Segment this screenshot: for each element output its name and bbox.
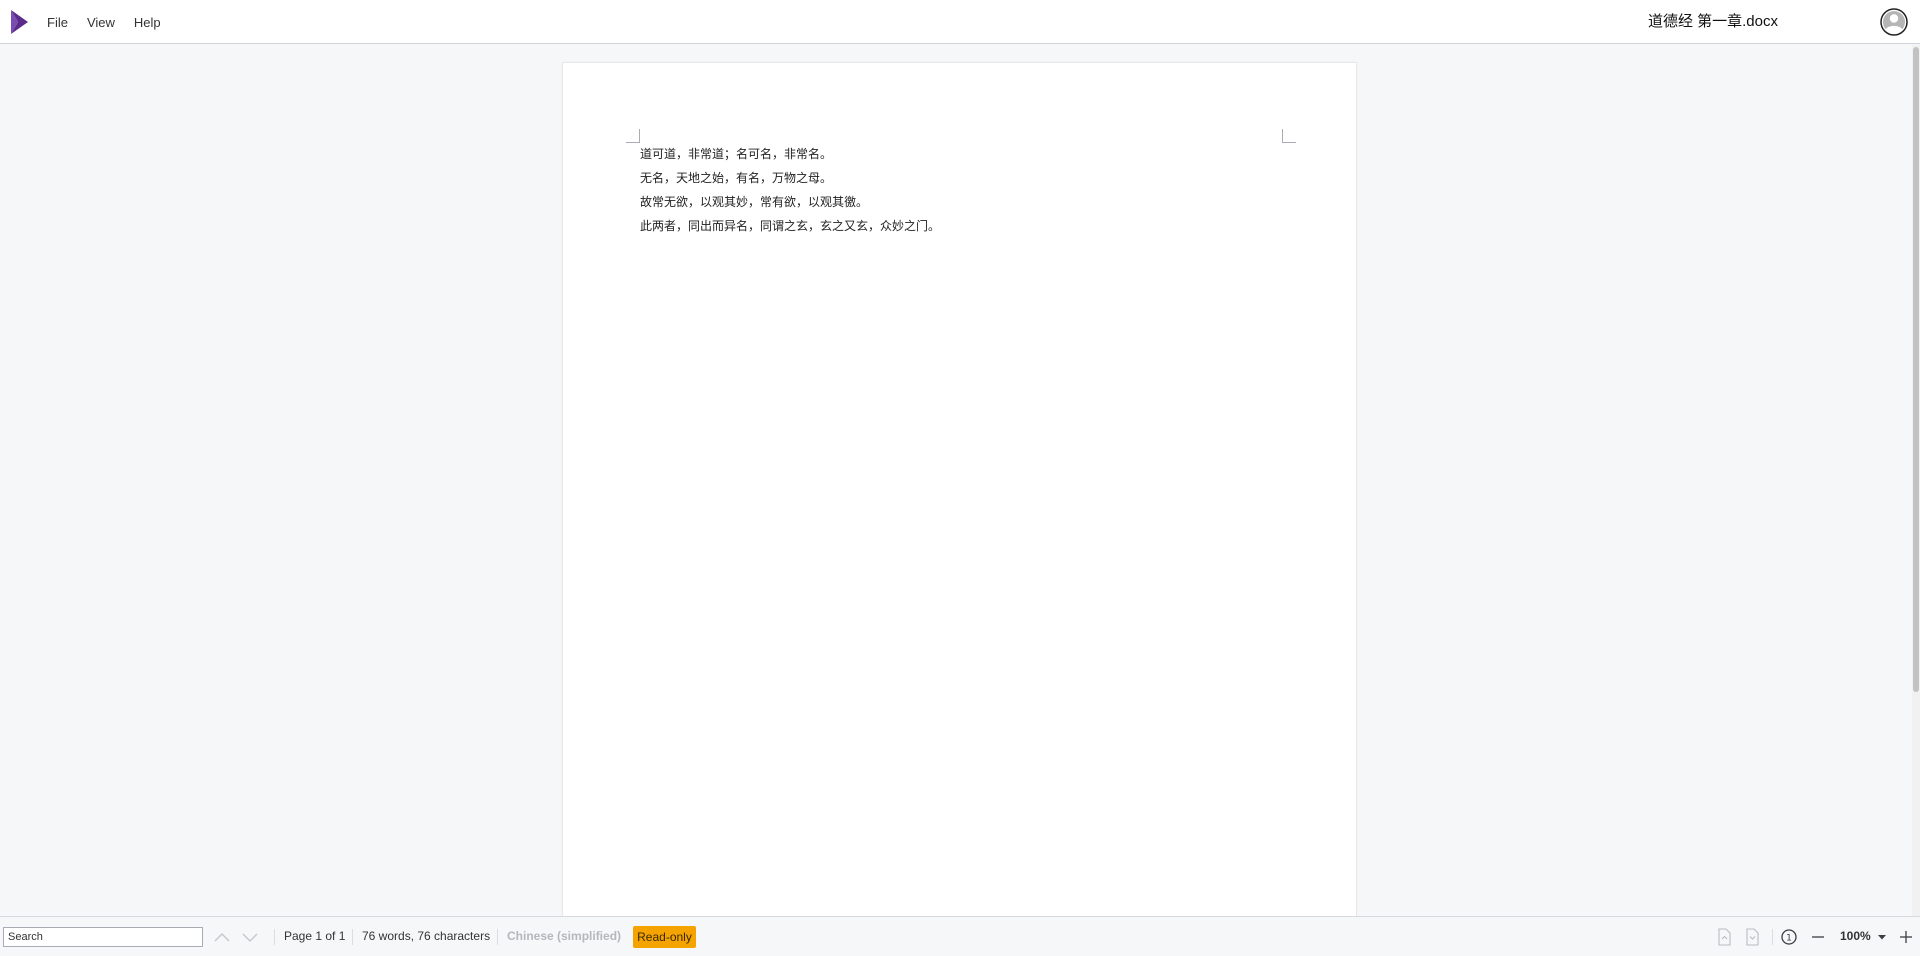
svg-text:1: 1 [1786, 934, 1792, 944]
separator [1772, 929, 1773, 945]
chevron-up-icon[interactable] [211, 926, 233, 948]
top-bar: File View Help 道德经 第一章.docx [0, 0, 1920, 44]
user-avatar-icon[interactable] [1880, 8, 1908, 36]
menu-help[interactable]: Help [134, 15, 161, 30]
zoom-level[interactable]: 100% [1840, 917, 1871, 956]
document-body[interactable]: 道可道，非常道；名可名，非常名。 无名，天地之始，有名，万物之母。 故常无欲，以… [640, 142, 1280, 238]
zoom-dropdown-icon[interactable] [1872, 927, 1892, 947]
document-page[interactable]: 道可道，非常道；名可名，非常名。 无名，天地之始，有名，万物之母。 故常无欲，以… [562, 62, 1357, 916]
menu-view[interactable]: View [87, 15, 115, 30]
paragraph: 故常无欲，以观其妙，常有欲，以观其徼。 [640, 195, 869, 209]
paragraph: 无名，天地之始，有名，万物之母。 [640, 171, 833, 185]
language-indicator[interactable]: Chinese (simplified) [507, 917, 621, 956]
paragraph: 道可道，非常道；名可名，非常名。 [640, 147, 833, 161]
menu-bar: File View Help [47, 0, 180, 44]
read-only-badge: Read-only [633, 926, 696, 948]
app-logo-icon[interactable] [8, 9, 30, 35]
vertical-scrollbar-thumb[interactable] [1913, 47, 1919, 692]
separator [274, 929, 275, 945]
search-input[interactable] [3, 927, 203, 947]
previous-page-icon[interactable] [1714, 927, 1734, 947]
margin-corner-top-left [626, 129, 640, 143]
status-bar: Page 1 of 1 76 words, 76 characters Chin… [0, 916, 1920, 955]
paragraph: 此两者，同出而异名，同谓之玄，玄之又玄，众妙之门。 [640, 219, 941, 233]
chevron-down-icon[interactable] [239, 926, 261, 948]
menu-file[interactable]: File [47, 15, 68, 30]
word-count[interactable]: 76 words, 76 characters [362, 917, 490, 956]
separator [352, 929, 353, 945]
zoom-out-icon[interactable] [1808, 927, 1828, 947]
zoom-in-icon[interactable] [1896, 927, 1916, 947]
document-title: 道德经 第一章.docx [1647, 13, 1778, 30]
page-info: Page 1 of 1 [284, 929, 346, 943]
fit-page-icon[interactable]: 1 [1779, 927, 1799, 947]
separator [497, 929, 498, 945]
margin-corner-top-right [1282, 129, 1296, 143]
document-workspace: 道可道，非常道；名可名，非常名。 无名，天地之始，有名，万物之母。 故常无欲，以… [0, 45, 1920, 916]
next-page-icon[interactable] [1742, 927, 1762, 947]
